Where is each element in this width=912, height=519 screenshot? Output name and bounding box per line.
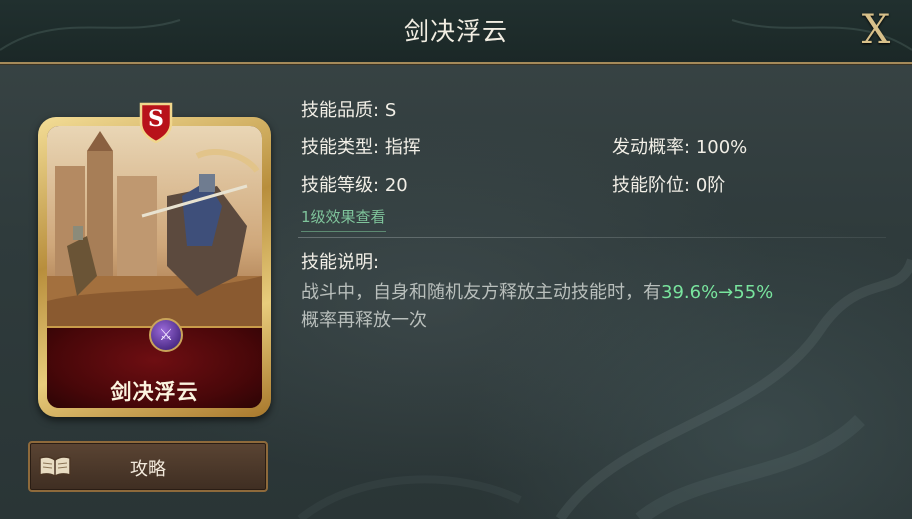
title-bar: 剑决浮云 X xyxy=(0,0,912,64)
skill-card: 剑决浮云 ⚔ xyxy=(38,117,271,417)
skill-level-row: 技能等级: 20 xyxy=(301,171,408,197)
trigger-rate-row: 发动概率: 100% xyxy=(612,133,747,159)
skill-type-row: 技能类型: 指挥 xyxy=(301,133,421,159)
skill-type-value: 指挥 xyxy=(384,137,421,158)
trigger-rate-label: 发动概率: xyxy=(612,137,691,158)
skill-card-inner: 剑决浮云 ⚔ xyxy=(47,126,262,408)
skill-quality-value: S xyxy=(384,100,397,121)
skill-grade-badge: S xyxy=(148,106,164,132)
skill-rank-row: 技能阶位: 0阶 xyxy=(612,171,725,197)
skill-rank-label: 技能阶位: xyxy=(612,175,691,196)
skill-level-label: 技能等级: xyxy=(301,175,380,196)
trigger-rate-value: 100% xyxy=(695,137,748,158)
section-divider xyxy=(298,237,886,238)
skill-type-label: 技能类型: xyxy=(301,137,380,158)
skill-description-highlight: 39.6%→55% xyxy=(661,282,774,303)
skill-detail-dialog: 剑决浮云 X 剑决浮云 ⚔ S 攻略 技能品质: S 技能类型: 指挥 发动概率… xyxy=(0,0,912,519)
skill-card-name: 剑决浮云 xyxy=(110,380,199,404)
skill-card-artwork xyxy=(47,126,262,326)
skill-description-line1: 战斗中，自身和随机友方释放主动技能时，有39.6%→55% xyxy=(301,278,773,304)
level1-effect-link[interactable]: 1级效果查看 xyxy=(301,206,386,232)
guide-button[interactable]: 攻略 xyxy=(28,441,268,492)
skill-level-value: 20 xyxy=(384,175,408,196)
skill-rank-value: 0阶 xyxy=(695,175,726,196)
guide-button-label: 攻略 xyxy=(130,459,166,480)
dialog-title: 剑决浮云 xyxy=(403,17,508,46)
skill-description-title: 技能说明: xyxy=(301,252,380,273)
close-icon: X xyxy=(861,7,891,53)
sword-emblem-icon: ⚔ xyxy=(149,318,183,352)
skill-description-line2: 概率再释放一次 xyxy=(301,310,427,331)
skill-quality-row: 技能品质: S xyxy=(301,96,396,122)
close-button[interactable]: X xyxy=(854,8,898,52)
skill-description-text: 战斗中，自身和随机友方释放主动技能时，有 xyxy=(301,282,661,303)
skill-quality-label: 技能品质: xyxy=(301,100,380,121)
